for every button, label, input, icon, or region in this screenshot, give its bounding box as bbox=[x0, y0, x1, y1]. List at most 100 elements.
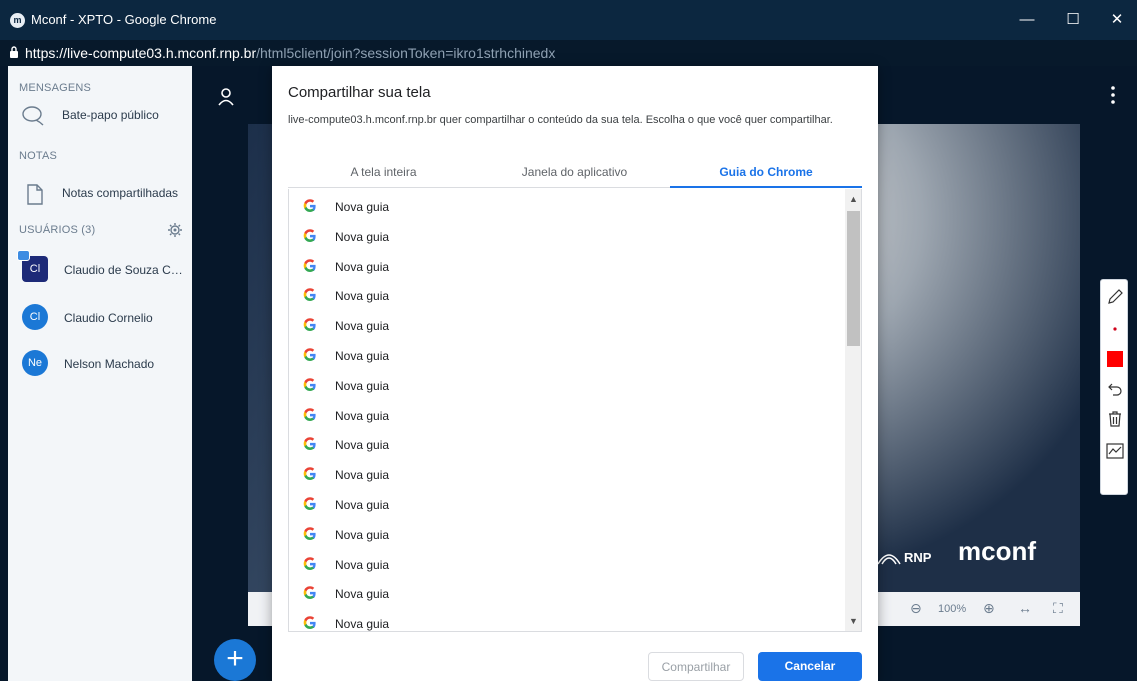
google-icon bbox=[303, 556, 317, 571]
color-icon[interactable] bbox=[1106, 350, 1124, 368]
scroll-thumb[interactable] bbox=[847, 211, 860, 346]
google-icon bbox=[303, 586, 317, 600]
list-item[interactable]: Nova guia bbox=[289, 251, 845, 281]
list-item-label: Nova guia bbox=[335, 617, 390, 632]
notes-icon bbox=[27, 184, 43, 205]
list-item[interactable]: Nova guia bbox=[289, 400, 845, 430]
list-item[interactable]: Nova guia bbox=[289, 578, 845, 608]
avatar: Cl bbox=[22, 304, 48, 330]
google-icon bbox=[303, 497, 317, 511]
rnp-logo-text: RNP bbox=[904, 550, 932, 565]
notes-section-title: NOTAS bbox=[19, 150, 58, 162]
address-bar[interactable]: https://live-compute03.h.mconf.rnp.br/ht… bbox=[0, 40, 1137, 66]
list-item[interactable]: Nova guia bbox=[289, 280, 845, 310]
share-screen-dialog: Compartilhar sua tela live-compute03.h.m… bbox=[272, 66, 878, 681]
messages-section-title: MENSAGENS bbox=[19, 82, 92, 94]
rnp-logo-icon bbox=[877, 554, 901, 565]
mconf-app-icon: m bbox=[10, 13, 25, 28]
google-icon bbox=[303, 288, 317, 302]
list-item[interactable]: Nova guia bbox=[289, 429, 845, 459]
pencil-icon[interactable] bbox=[1106, 288, 1124, 306]
dialog-tabs: A tela inteira Janela do aplicativo Guia… bbox=[288, 162, 862, 188]
share-button[interactable]: Compartilhar bbox=[648, 652, 744, 681]
list-item-label: Nova guia bbox=[335, 527, 390, 542]
dialog-title: Compartilhar sua tela bbox=[288, 84, 431, 101]
user-name: Nelson Machado bbox=[64, 357, 155, 371]
list-item[interactable]: Nova guia bbox=[289, 549, 845, 579]
list-item-label: Nova guia bbox=[335, 349, 390, 363]
scroll-up-icon[interactable]: ▲ bbox=[845, 191, 861, 208]
list-item[interactable]: Nova guia bbox=[289, 370, 845, 400]
avatar: Cl bbox=[17, 250, 48, 282]
user-name: Claudio de Souza Cor... bbox=[64, 263, 188, 277]
trash-icon[interactable] bbox=[1106, 410, 1124, 428]
list-scrollbar[interactable]: ▲ ▼ bbox=[845, 189, 861, 631]
url-text[interactable]: https://live-compute03.h.mconf.rnp.br/ht… bbox=[25, 45, 555, 61]
more-options-icon[interactable] bbox=[1109, 85, 1117, 105]
google-icon bbox=[303, 318, 317, 332]
undo-icon[interactable] bbox=[1106, 380, 1124, 398]
list-item-label: Nova guia bbox=[335, 200, 390, 214]
url-path: /html5client/join?sessionToken=ikro1strh… bbox=[256, 45, 556, 61]
list-item[interactable]: Nova guia bbox=[289, 310, 845, 340]
add-action-button[interactable]: + bbox=[214, 639, 256, 681]
minimize-icon[interactable]: — bbox=[1012, 8, 1042, 32]
tab-entire-screen[interactable]: A tela inteira bbox=[288, 162, 479, 188]
sidebar-item-public-chat[interactable]: Bate-papo público bbox=[8, 96, 192, 136]
avatar-initials: Cl bbox=[29, 311, 41, 323]
google-icon bbox=[303, 616, 317, 630]
google-icon bbox=[303, 229, 317, 243]
fit-width-icon[interactable]: ↔ bbox=[1018, 600, 1032, 616]
cancel-button[interactable]: Cancelar bbox=[758, 652, 862, 681]
user-list-item[interactable]: Cl Claudio Cornelio bbox=[8, 296, 192, 340]
chrome-tab-list[interactable]: Nova guia Nova guia Nova guia Nova guia Nova… bbox=[288, 189, 862, 632]
list-item[interactable]: Nova guia bbox=[289, 221, 845, 251]
list-item-label: Nova guia bbox=[335, 289, 390, 304]
list-item[interactable]: Nova guia bbox=[289, 489, 845, 519]
sidebar-item-shared-notes[interactable]: Notas compartilhadas bbox=[8, 174, 192, 214]
fullscreen-icon[interactable]: ⛶ bbox=[1053, 600, 1063, 617]
list-item-label: Nova guia bbox=[335, 378, 390, 393]
users-section-title: USUÁRIOS (3) bbox=[19, 224, 96, 236]
thickness-icon[interactable] bbox=[1106, 320, 1124, 338]
list-item-label: Nova guia bbox=[335, 587, 390, 602]
window-titlebar: m Mconf - XPTO - Google Chrome — ☐ ✕ bbox=[0, 0, 1137, 40]
maximize-icon[interactable]: ☐ bbox=[1058, 8, 1088, 32]
window-title: Mconf - XPTO - Google Chrome bbox=[31, 12, 217, 27]
user-icon[interactable] bbox=[218, 88, 234, 106]
user-name: Claudio Cornelio bbox=[64, 311, 153, 325]
dialog-description: live-compute03.h.mconf.rnp.br quer compa… bbox=[288, 114, 833, 126]
avatar-initials: Ne bbox=[27, 357, 43, 369]
zoom-level: 100% bbox=[938, 603, 967, 615]
sidebar-item-label: Notas compartilhadas bbox=[62, 186, 179, 200]
tab-application-window[interactable]: Janela do aplicativo bbox=[479, 162, 670, 188]
list-item[interactable]: Nova guia bbox=[289, 340, 845, 370]
list-item-label: Nova guia bbox=[335, 319, 390, 334]
chat-icon bbox=[22, 106, 44, 126]
list-item[interactable]: Nova guia bbox=[289, 191, 845, 221]
lock-icon bbox=[10, 46, 18, 58]
google-icon bbox=[303, 199, 317, 213]
gear-icon[interactable] bbox=[168, 223, 182, 237]
user-list-item[interactable]: Ne Nelson Machado bbox=[8, 342, 192, 386]
presenter-icon bbox=[17, 250, 30, 261]
avatar: Ne bbox=[22, 350, 48, 376]
zoom-in-icon[interactable]: ⊕ bbox=[983, 600, 995, 617]
close-icon[interactable]: ✕ bbox=[1102, 8, 1132, 32]
list-item-label: Nova guia bbox=[335, 229, 390, 244]
scroll-down-icon[interactable]: ▼ bbox=[845, 613, 861, 630]
user-list-item[interactable]: Cl Claudio de Souza Cor... bbox=[8, 248, 192, 292]
tab-chrome-tab[interactable]: Guia do Chrome bbox=[670, 162, 862, 188]
list-item-label: Nova guia bbox=[335, 408, 390, 423]
sidebar-item-label: Bate-papo público bbox=[62, 108, 159, 122]
list-item-label: Nova guia bbox=[335, 498, 390, 512]
multi-user-icon[interactable] bbox=[1106, 442, 1124, 460]
list-item[interactable]: Nova guia bbox=[289, 608, 845, 632]
list-item[interactable]: Nova guia bbox=[289, 459, 845, 489]
avatar-initials: Cl bbox=[29, 263, 41, 275]
google-icon bbox=[303, 378, 317, 392]
list-item[interactable]: Nova guia bbox=[289, 519, 845, 549]
url-host: https://live-compute03.h.mconf.rnp.br bbox=[25, 45, 257, 61]
google-icon bbox=[303, 348, 317, 362]
zoom-out-icon[interactable]: ⊖ bbox=[910, 600, 922, 617]
